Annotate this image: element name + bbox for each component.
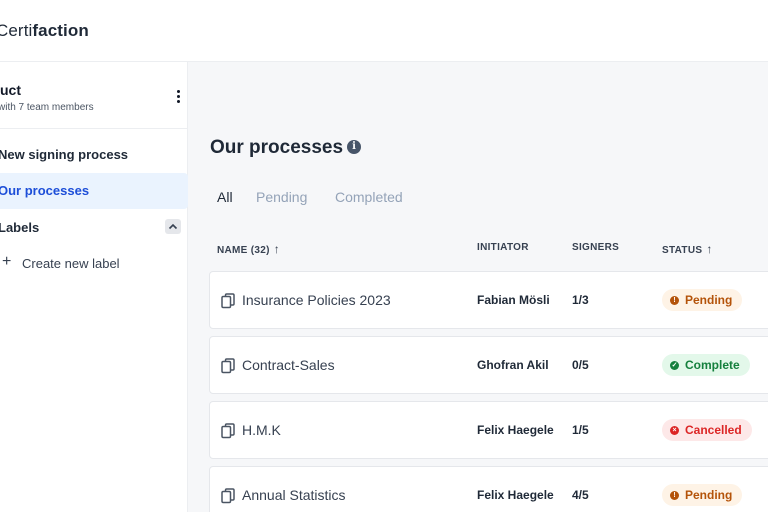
logo-text-bold: faction [32,21,89,40]
x-icon: × [670,425,679,435]
column-header-name-label: NAME (32) [217,245,270,256]
check-icon: ✓ [670,360,679,370]
page-title: Our processes [210,137,344,158]
process-signers: 1/3 [572,293,589,307]
sidebar-item-label: New signing process [0,147,129,162]
column-header-status[interactable]: STATUS ↑ [662,242,713,256]
create-new-label-text: Create new label [22,256,120,271]
document-copy-icon [221,358,235,374]
process-initiator: Felix Haegele [477,488,554,502]
labels-section-header: Labels [0,215,188,239]
plus-icon: + [2,253,12,270]
sidebar-item-label: Our processes [0,183,90,198]
process-signers: 0/5 [572,358,589,372]
team-name: uct [0,82,21,98]
document-copy-icon [221,423,235,439]
exclamation-icon: ! [670,490,679,500]
process-signers: 4/5 [572,488,589,502]
team-members-count: with 7 team members [0,102,94,113]
create-new-label-button[interactable]: + Create new label [0,253,188,273]
tab-all[interactable]: All [217,189,233,205]
status-badge: ✓ Complete [662,354,750,376]
sidebar-divider [0,128,188,129]
status-badge: ! Pending [662,484,743,506]
process-initiator: Felix Haegele [477,423,554,437]
chevron-up-icon[interactable] [165,219,181,234]
tab-completed[interactable]: Completed [335,189,403,205]
document-copy-icon [221,293,235,309]
app-logo[interactable]: Certifaction [0,21,89,41]
sidebar-item-our-processes[interactable]: Our processes [0,173,188,209]
sidebar-item-new-signing-process[interactable]: New signing process [0,137,188,173]
table-row[interactable]: Annual Statistics Felix Haegele 4/5 ! Pen… [209,466,768,512]
arrow-up-icon: ↑ [706,242,713,256]
sidebar: uct with 7 team members New signing proc… [0,62,188,512]
logo-text-light: Certi [0,21,33,40]
process-initiator: Fabian Mösli [477,293,550,307]
status-text: Cancelled [685,423,742,437]
table-row[interactable]: Contract-Sales Ghofran Akil 0/5 ✓ Complet… [209,336,768,394]
column-header-status-label: STATUS [662,245,703,256]
status-badge: × Cancelled [662,419,752,441]
status-badge: ! Pending [662,289,743,311]
exclamation-icon: ! [670,295,679,305]
document-copy-icon [221,488,235,504]
process-initiator: Ghofran Akil [477,358,549,372]
info-icon[interactable]: i [347,140,361,154]
column-header-initiator[interactable]: INITIATOR [477,242,529,253]
labels-heading: Labels [0,220,40,235]
table-row[interactable]: H.M.K Felix Haegele 1/5 × Cancelled [209,401,768,459]
process-name: H.M.K [242,422,281,438]
kebab-menu-icon[interactable] [172,88,184,104]
status-text: Pending [685,293,733,307]
table-row[interactable]: Insurance Policies 2023 Fabian Mösli 1/3… [209,271,768,329]
column-header-name[interactable]: NAME (32) ↑ [217,242,280,256]
top-bar: Certifaction [0,0,768,62]
process-name: Contract-Sales [242,357,335,373]
status-text: Complete [685,358,740,372]
column-header-signers[interactable]: SIGNERS [572,242,619,253]
process-signers: 1/5 [572,423,589,437]
process-name: Insurance Policies 2023 [242,292,391,308]
arrow-up-icon: ↑ [273,242,281,256]
status-text: Pending [685,488,733,502]
process-name: Annual Statistics [242,487,346,503]
tab-pending[interactable]: Pending [256,189,307,205]
